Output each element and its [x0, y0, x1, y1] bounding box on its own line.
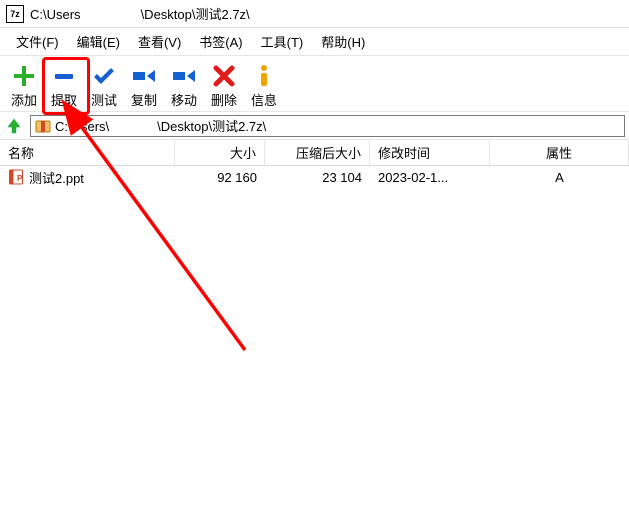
- title-suffix: \Desktop\测试2.7z\: [141, 7, 250, 22]
- title-bar: 7z C:\Users \Desktop\测试2.7z\: [0, 0, 629, 28]
- add-icon: [10, 62, 38, 90]
- file-attr: A: [490, 170, 629, 185]
- column-header-size[interactable]: 大小: [175, 140, 265, 165]
- delete-icon: [210, 62, 238, 90]
- add-label: 添加: [11, 90, 37, 109]
- copy-label: 复制: [131, 90, 157, 109]
- address-bar: C:\Users\ \Desktop\测试2.7z\: [0, 112, 629, 140]
- up-arrow-icon: [5, 117, 23, 135]
- menu-edit[interactable]: 编辑(E): [69, 29, 128, 54]
- title-redacted: [81, 5, 141, 19]
- test-icon: [90, 62, 118, 90]
- file-size: 92 160: [175, 170, 265, 185]
- archive-icon: [35, 118, 51, 134]
- delete-button[interactable]: 删除: [204, 60, 244, 110]
- menu-help[interactable]: 帮助(H): [313, 29, 373, 54]
- column-header-attr[interactable]: 属性: [490, 140, 629, 165]
- address-suffix: \Desktop\测试2.7z\: [157, 119, 266, 134]
- window-title: C:\Users \Desktop\测试2.7z\: [30, 4, 250, 23]
- info-icon: [250, 62, 278, 90]
- info-label: 信息: [251, 90, 277, 109]
- address-prefix: C:\Users\: [55, 119, 109, 134]
- up-button[interactable]: [4, 116, 24, 136]
- menu-view[interactable]: 查看(V): [130, 29, 189, 54]
- test-button[interactable]: 测试: [84, 60, 124, 110]
- toolbar: 添加 提取 测试 复制 移动 删除 信息: [0, 56, 629, 112]
- info-button[interactable]: 信息: [244, 60, 284, 110]
- move-button[interactable]: 移动: [164, 60, 204, 110]
- table-row[interactable]: P 测试2.ppt 92 160 23 104 2023-02-1... A: [0, 166, 629, 188]
- menu-bookmarks[interactable]: 书签(A): [191, 29, 250, 54]
- column-header-row: 名称 大小 压缩后大小 修改时间 属性: [0, 140, 629, 166]
- move-icon: [170, 62, 198, 90]
- test-label: 测试: [91, 90, 117, 109]
- move-label: 移动: [171, 90, 197, 109]
- extract-icon: [50, 62, 78, 90]
- app-icon-7z: 7z: [6, 5, 24, 23]
- delete-label: 删除: [211, 90, 237, 109]
- title-prefix: C:\Users: [30, 7, 81, 22]
- ppt-file-icon: P: [8, 169, 24, 185]
- column-header-packed[interactable]: 压缩后大小: [265, 140, 370, 165]
- address-text: C:\Users\ \Desktop\测试2.7z\: [55, 116, 266, 135]
- column-header-mtime[interactable]: 修改时间: [370, 140, 490, 165]
- add-button[interactable]: 添加: [4, 60, 44, 110]
- copy-icon: [130, 62, 158, 90]
- svg-text:P: P: [17, 174, 23, 183]
- menu-bar: 文件(F) 编辑(E) 查看(V) 书签(A) 工具(T) 帮助(H): [0, 28, 629, 56]
- menu-file[interactable]: 文件(F): [8, 29, 67, 54]
- file-mtime: 2023-02-1...: [370, 170, 490, 185]
- menu-tools[interactable]: 工具(T): [253, 29, 312, 54]
- extract-label: 提取: [51, 90, 77, 109]
- file-list: P 测试2.ppt 92 160 23 104 2023-02-1... A: [0, 166, 629, 188]
- address-field[interactable]: C:\Users\ \Desktop\测试2.7z\: [30, 115, 625, 137]
- copy-button[interactable]: 复制: [124, 60, 164, 110]
- column-header-name[interactable]: 名称: [0, 140, 175, 165]
- file-name: 测试2.ppt: [29, 168, 84, 187]
- file-packed: 23 104: [265, 170, 370, 185]
- extract-button[interactable]: 提取: [44, 60, 84, 110]
